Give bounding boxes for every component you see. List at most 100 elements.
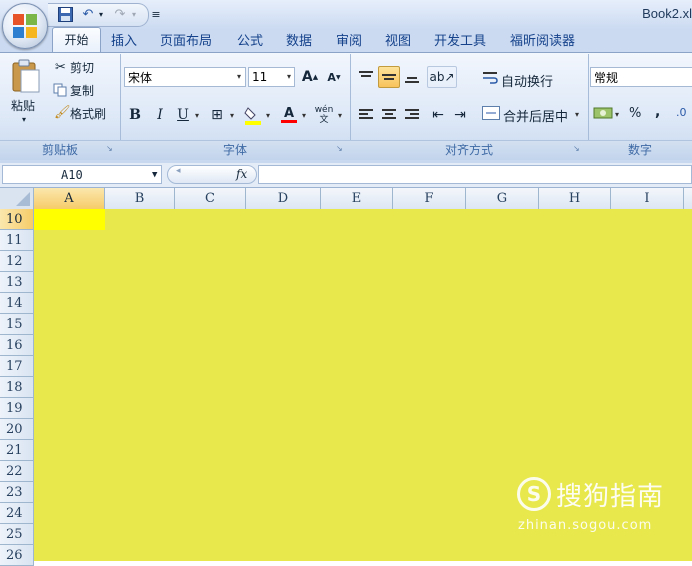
- format-painter-button[interactable]: 格式刷: [70, 105, 106, 122]
- row-header-14[interactable]: 14: [0, 293, 34, 314]
- number-format-select[interactable]: 常规: [590, 67, 692, 87]
- tab-home[interactable]: 开始: [52, 27, 101, 53]
- wrap-text-icon[interactable]: [482, 70, 498, 86]
- customize-toolbar-icon[interactable]: ≡: [150, 4, 162, 24]
- row-header-11[interactable]: 11: [0, 230, 34, 251]
- underline-dropdown-icon[interactable]: ▾: [195, 111, 199, 120]
- row-header-19[interactable]: 19: [0, 398, 34, 419]
- copy-icon[interactable]: [53, 83, 67, 97]
- column-header-g[interactable]: G: [466, 188, 539, 209]
- row-header-13[interactable]: 13: [0, 272, 34, 293]
- formula-resize-icon[interactable]: ◂: [176, 166, 181, 176]
- phonetic-button[interactable]: wén 文: [313, 104, 335, 126]
- bold-button[interactable]: B: [124, 104, 146, 126]
- tab-review[interactable]: 审阅: [336, 32, 362, 52]
- row-header-15[interactable]: 15: [0, 314, 34, 335]
- row-header-21[interactable]: 21: [0, 440, 34, 461]
- wrap-text-button[interactable]: 自动换行: [501, 71, 553, 90]
- undo-icon[interactable]: ↶: [78, 4, 98, 24]
- column-header-b[interactable]: B: [105, 188, 175, 209]
- insert-function-icon[interactable]: fx: [236, 165, 247, 184]
- font-name-select[interactable]: 宋体: [124, 67, 246, 87]
- align-middle-icon[interactable]: [378, 66, 400, 88]
- column-header-i[interactable]: I: [611, 188, 684, 209]
- redo-dropdown-icon[interactable]: ▾: [128, 4, 140, 24]
- row-header-17[interactable]: 17: [0, 356, 34, 377]
- tab-view[interactable]: 视图: [385, 32, 411, 52]
- fill-color-button[interactable]: [242, 104, 264, 126]
- copy-button[interactable]: 复制: [70, 82, 94, 99]
- undo-dropdown-icon[interactable]: ▾: [96, 4, 106, 24]
- increase-decimal-icon[interactable]: .0: [676, 106, 687, 119]
- row-header-22[interactable]: 22: [0, 461, 34, 482]
- column-header-h[interactable]: H: [539, 188, 611, 209]
- merge-dropdown-icon[interactable]: ▾: [575, 110, 579, 119]
- alignment-group-label: 对齐方式: [350, 140, 588, 160]
- select-all-button[interactable]: [0, 188, 34, 209]
- font-color-dropdown-icon[interactable]: ▾: [302, 111, 306, 120]
- row-header-10[interactable]: 10: [0, 209, 34, 230]
- comma-button[interactable]: ,: [655, 104, 660, 120]
- shrink-font-button[interactable]: A ▼: [323, 66, 345, 88]
- border-dropdown-icon[interactable]: ▾: [230, 111, 234, 120]
- row-header-12[interactable]: 12: [0, 251, 34, 272]
- row-header-26[interactable]: 26: [0, 545, 34, 566]
- column-header-a[interactable]: A: [34, 188, 105, 209]
- merge-center-icon[interactable]: [482, 106, 500, 120]
- row-header-18[interactable]: 18: [0, 377, 34, 398]
- office-button[interactable]: [2, 3, 48, 49]
- border-icon[interactable]: ⊞: [206, 104, 228, 126]
- grow-font-button[interactable]: A ▲: [299, 66, 321, 88]
- italic-button[interactable]: I: [149, 104, 171, 126]
- font-size-dropdown-icon[interactable]: ▾: [287, 72, 291, 81]
- decrease-indent-icon[interactable]: ⇤: [427, 104, 449, 126]
- save-icon[interactable]: [55, 4, 75, 24]
- paste-button[interactable]: 粘贴: [11, 97, 35, 114]
- align-top-icon[interactable]: [355, 66, 377, 88]
- clipboard-launcher-icon[interactable]: ↘: [106, 144, 115, 153]
- name-box-dropdown-icon[interactable]: ▼: [152, 166, 157, 185]
- column-header-e[interactable]: E: [321, 188, 393, 209]
- paste-dropdown-icon[interactable]: ▾: [22, 115, 26, 124]
- align-bottom-icon[interactable]: [401, 66, 423, 88]
- align-left-icon[interactable]: [355, 104, 377, 126]
- column-header-c[interactable]: C: [175, 188, 246, 209]
- tab-developer[interactable]: 开发工具: [434, 32, 486, 52]
- format-painter-icon[interactable]: 🖌: [54, 105, 71, 120]
- paste-icon[interactable]: [9, 58, 41, 94]
- fill-color-dropdown-icon[interactable]: ▾: [266, 111, 270, 120]
- orientation-icon[interactable]: ab↗: [427, 66, 457, 88]
- active-cell[interactable]: [34, 209, 105, 230]
- underline-button[interactable]: U: [172, 104, 194, 126]
- align-right-icon[interactable]: [401, 104, 423, 126]
- currency-icon[interactable]: [593, 106, 613, 120]
- row-header-23[interactable]: 23: [0, 482, 34, 503]
- font-name-dropdown-icon[interactable]: ▾: [237, 72, 241, 81]
- currency-dropdown-icon[interactable]: ▾: [615, 110, 619, 119]
- percent-button[interactable]: %: [629, 106, 641, 121]
- tab-data[interactable]: 数据: [286, 32, 312, 52]
- tab-foxit-reader[interactable]: 福昕阅读器: [510, 32, 575, 52]
- increase-indent-icon[interactable]: ⇥: [449, 104, 471, 126]
- column-header-f[interactable]: F: [393, 188, 466, 209]
- phonetic-dropdown-icon[interactable]: ▾: [338, 111, 342, 120]
- tab-formulas[interactable]: 公式: [237, 32, 263, 52]
- cut-icon[interactable]: ✂: [55, 60, 69, 75]
- row-header-25[interactable]: 25: [0, 524, 34, 545]
- redo-icon[interactable]: ↷: [110, 4, 130, 24]
- row-header-16[interactable]: 16: [0, 335, 34, 356]
- tab-insert[interactable]: 插入: [111, 32, 137, 52]
- merge-center-button[interactable]: 合并后居中: [503, 106, 568, 125]
- row-header-24[interactable]: 24: [0, 503, 34, 524]
- cut-button[interactable]: 剪切: [70, 59, 94, 76]
- align-center-icon[interactable]: [378, 104, 400, 126]
- tab-page-layout[interactable]: 页面布局: [160, 32, 212, 52]
- alignment-launcher-icon[interactable]: ↘: [573, 144, 582, 153]
- font-color-button[interactable]: A: [278, 104, 300, 126]
- name-box[interactable]: A10 ▼: [2, 165, 162, 184]
- sogou-logo-icon: S: [517, 477, 551, 511]
- column-header-d[interactable]: D: [246, 188, 321, 209]
- font-launcher-icon[interactable]: ↘: [336, 144, 345, 153]
- formula-input[interactable]: [258, 165, 692, 184]
- row-header-20[interactable]: 20: [0, 419, 34, 440]
